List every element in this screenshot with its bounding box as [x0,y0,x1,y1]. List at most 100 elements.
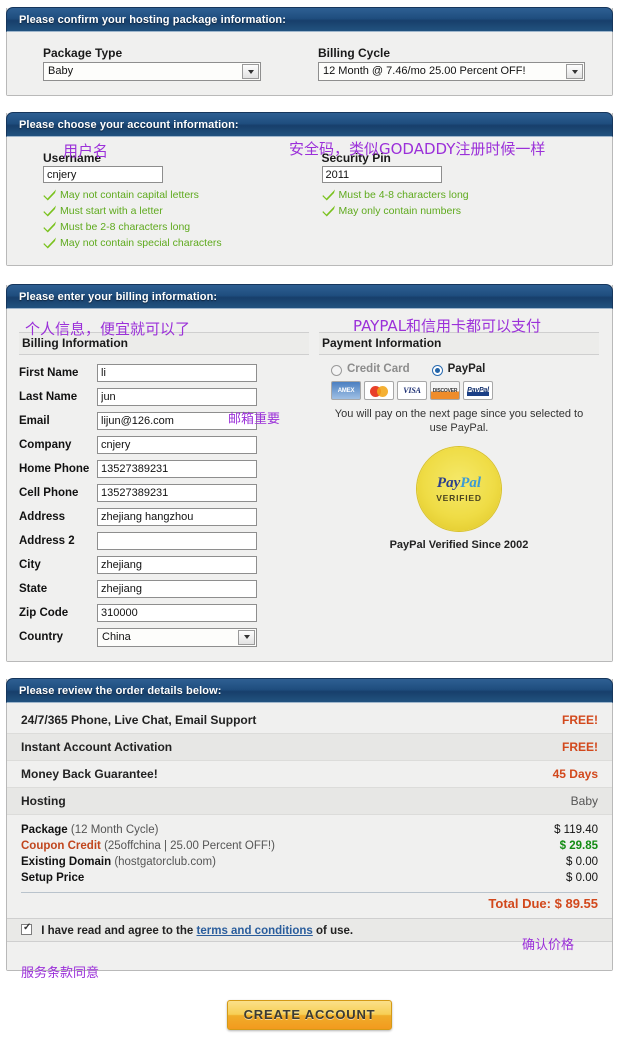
username-group: Username May not contain capital letters… [43,151,322,253]
account-information-panel: Please choose your account information: … [6,112,613,266]
line-note: (hostgatorclub.com) [114,856,216,868]
field-label: Cell Phone [19,487,79,499]
field-label: First Name [19,367,79,379]
line-note: (12 Month Cycle) [70,824,159,836]
terms-and-conditions-link[interactable]: terms and conditions [197,925,313,937]
annotation-billing-info: 个人信息，便宜就可以了 [25,320,191,338]
total-due-row: Total Due: $ 89.55 [7,893,612,918]
check-icon [43,237,56,249]
field-label: City [19,559,41,571]
package-type-value: Baby [48,65,74,77]
payment-option-credit-card[interactable]: Credit Card [331,363,410,376]
username-input[interactable] [43,166,163,183]
radio-icon-selected[interactable] [431,364,443,376]
list-item: Must start with a letter [43,205,322,217]
list-item: Must be 2-8 characters long [43,221,322,233]
american-express-icon: AMEX [331,381,361,400]
seal-verified-text: VERIFIED [436,492,482,503]
rule-text: Must start with a letter [60,205,163,217]
field-label: Last Name [19,391,78,403]
annotation-payment: PAYPAL和信用卡都可以支付 [353,317,542,335]
check-icon [43,205,56,217]
account-information-panel-header: Please choose your account information: [6,112,613,137]
feature-label: Hosting [21,794,66,808]
annotation-username: 用户名 [63,142,109,160]
package-type-select[interactable]: Baby [43,62,261,81]
order-line-items: Package (12 Month Cycle) $ 119.40 Coupon… [7,815,612,888]
billing-cycle-group: Billing Cycle 12 Month @ 7.46/mo 25.00 P… [318,46,598,81]
chevron-down-icon[interactable] [242,64,259,79]
security-pin-group: Security Pin Must be 4-8 characters long… [321,151,601,253]
hosting-package-panel-body: Package Type Baby Billing Cycle 12 Month… [7,32,612,95]
check-icon [322,189,335,201]
list-item: May not contain capital letters [43,189,322,201]
country-select[interactable]: China [97,627,257,647]
table-row: Instant Account Activation FREE! [7,734,612,761]
order-details-panel: Please review the order details below: 2… [6,678,613,971]
check-icon [43,221,56,233]
list-item: Must be 4-8 characters long [322,189,601,201]
feature-label: 24/7/365 Phone, Live Chat, Email Support [21,713,257,727]
field-label: Home Phone [19,463,90,475]
line-label: Setup Price [21,872,85,884]
company-input[interactable] [97,436,257,454]
billing-cycle-select[interactable]: 12 Month @ 7.46/mo 25.00 Percent OFF! [318,62,585,81]
field-label: State [19,583,48,595]
rule-text: Must be 4-8 characters long [338,189,469,201]
list-item: May not contain special characters [43,237,322,249]
paypal-icon: PayPal [463,381,493,400]
payment-option-label: Credit Card [347,363,410,375]
list-item: May only contain numbers [322,205,601,217]
zip-code-input[interactable] [97,604,257,622]
order-details-panel-header: Please review the order details below: [6,678,613,703]
radio-icon[interactable] [331,364,342,376]
paypal-verified-caption: PayPal Verified Since 2002 [389,539,529,551]
payment-option-paypal[interactable]: PayPal [431,363,485,376]
field-row-company: Company [19,433,309,457]
create-account-button[interactable]: CREATE ACCOUNT [226,1000,393,1030]
total-due-value: $ 89.55 [554,896,598,911]
feature-value: FREE! [562,713,598,727]
billing-information-panel: Please enter your billing information: B… [6,284,613,662]
field-row-country: Country China [19,625,309,649]
address-input[interactable] [97,508,257,526]
first-name-input[interactable] [97,364,257,382]
home-phone-input[interactable] [97,460,257,478]
paypal-verified-seal-icon: PayPal VERIFIED [412,442,506,536]
cell-phone-input[interactable] [97,484,257,502]
chevron-down-icon[interactable] [566,64,583,79]
line-amount: $ 119.40 [554,824,598,836]
terms-post-text: of use. [316,925,354,937]
field-label: Company [19,439,72,451]
list-item: Setup Price $ 0.00 [21,870,598,886]
rule-text: May not contain special characters [60,237,222,249]
line-label: Existing Domain [21,856,112,868]
visa-icon: VISA [397,381,427,400]
field-row-state: State [19,577,309,601]
check-icon [322,205,335,217]
terms-checkbox[interactable] [21,922,32,935]
security-pin-input[interactable] [321,166,442,183]
field-label: Email [19,415,50,427]
state-input[interactable] [97,580,257,598]
payment-column: Payment Information Credit Card PayPal A… [309,319,599,649]
accepted-card-logos: AMEX VISA DISCOVER PayPal [331,381,599,400]
field-label: Country [19,631,64,643]
city-input[interactable] [97,556,257,574]
list-item: Package (12 Month Cycle) $ 119.40 [21,822,598,838]
field-row-city: City [19,553,309,577]
username-rule-list: May not contain capital letters Must sta… [43,189,322,249]
feature-label: Instant Account Activation [21,740,173,754]
address2-input[interactable] [97,532,257,550]
security-pin-rule-list: Must be 4-8 characters long May only con… [322,189,601,217]
package-type-group: Package Type Baby [43,46,318,81]
field-row-home-phone: Home Phone [19,457,309,481]
field-row-last-name: Last Name [19,385,309,409]
last-name-input[interactable] [97,388,257,406]
field-row-address: Address [19,505,309,529]
chevron-down-icon[interactable] [238,629,255,645]
field-row-address-2: Address 2 [19,529,309,553]
billing-information-panel-header: Please enter your billing information: [6,284,613,309]
table-row: Money Back Guarantee! 45 Days [7,761,612,788]
billing-information-panel-body: Billing Information First Name Last Name… [7,309,612,661]
